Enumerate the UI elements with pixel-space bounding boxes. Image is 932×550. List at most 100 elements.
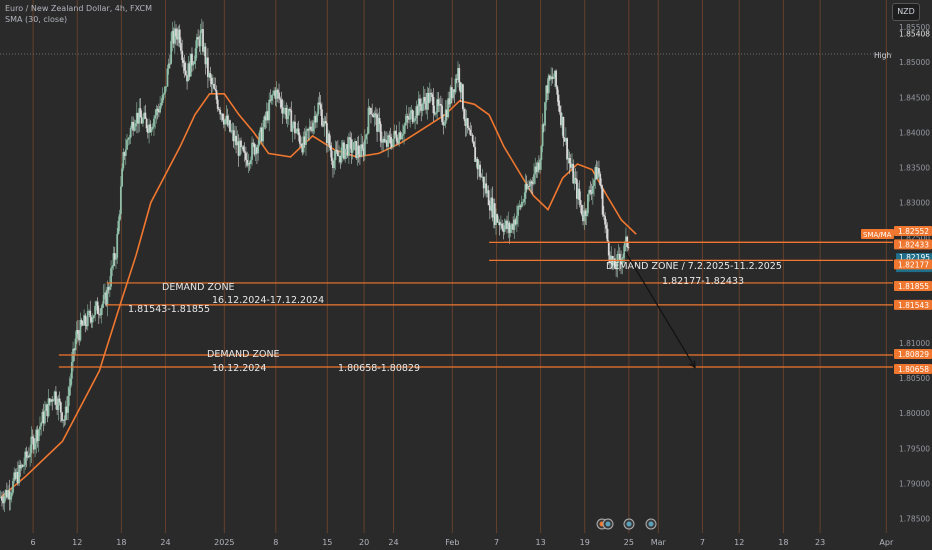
candle-body bbox=[142, 118, 144, 124]
price-tick-label: 1.79500 bbox=[899, 444, 930, 453]
candle-body bbox=[599, 173, 602, 186]
price-tick-label: 1.80000 bbox=[899, 409, 930, 418]
candle-body bbox=[40, 423, 43, 427]
candle-body bbox=[69, 378, 72, 388]
candle-body bbox=[159, 105, 162, 113]
time-tick-label: 8 bbox=[273, 538, 278, 547]
price-label-value: 1.82433 bbox=[898, 240, 929, 249]
candle-body bbox=[29, 453, 32, 457]
candle-body bbox=[37, 429, 40, 441]
candle-body bbox=[312, 122, 315, 132]
candle-body bbox=[309, 126, 312, 130]
candle-body bbox=[421, 103, 424, 111]
candle-body bbox=[580, 204, 583, 215]
event-marker-dot bbox=[626, 521, 632, 527]
time-axis[interactable]: 6 12 18 24 2025 8 15 20 24 Feb 7 13 19 25 Mar 7 12 18 23 Ap… bbox=[0, 533, 932, 550]
candle-body bbox=[544, 102, 546, 126]
event-markers[interactable] bbox=[596, 518, 657, 530]
candle-body bbox=[291, 124, 294, 132]
candle-body bbox=[568, 158, 571, 164]
candle-body bbox=[598, 168, 600, 174]
candle-body bbox=[370, 108, 372, 115]
candle-body bbox=[251, 142, 253, 160]
candle-body bbox=[278, 92, 280, 99]
candle-body bbox=[443, 123, 446, 126]
candle-body bbox=[133, 126, 136, 131]
candle-body bbox=[298, 135, 301, 144]
candle-body bbox=[43, 410, 46, 424]
candle-body bbox=[224, 119, 226, 125]
candle-body bbox=[432, 97, 435, 114]
candle-body bbox=[96, 301, 99, 314]
candle-body bbox=[197, 37, 200, 40]
candle-body bbox=[517, 205, 519, 216]
candle-body bbox=[419, 98, 421, 107]
candle-body bbox=[321, 109, 323, 126]
candle-body bbox=[344, 149, 347, 159]
candle-body bbox=[305, 131, 307, 145]
candle-body bbox=[268, 99, 271, 121]
candle-body bbox=[134, 123, 137, 127]
time-tick-label: 7 bbox=[494, 538, 499, 547]
candle-body bbox=[389, 137, 392, 144]
candle-body bbox=[77, 329, 79, 335]
candle-body bbox=[357, 145, 360, 155]
candle-body bbox=[93, 315, 95, 318]
candle-body bbox=[622, 253, 625, 259]
currency-button[interactable]: NZD bbox=[892, 3, 920, 21]
candle-body bbox=[300, 143, 302, 146]
candle-body bbox=[58, 398, 61, 403]
candle-body bbox=[169, 63, 171, 65]
candle-body bbox=[458, 68, 461, 83]
time-tick-label: 13 bbox=[536, 538, 546, 547]
time-tick-label: 12 bbox=[72, 538, 82, 547]
time-tick-label: 24 bbox=[388, 538, 398, 547]
candle-body bbox=[55, 391, 57, 405]
candle-body bbox=[587, 194, 589, 214]
candle-body bbox=[117, 220, 120, 234]
candle-body bbox=[316, 114, 318, 123]
candle-body bbox=[115, 257, 117, 260]
candle-body bbox=[540, 146, 543, 160]
candle-body bbox=[591, 185, 594, 194]
candle-body bbox=[319, 104, 322, 110]
candle-body bbox=[156, 108, 159, 111]
candle-body bbox=[242, 146, 245, 152]
time-tick-label: Apr bbox=[879, 538, 894, 547]
zone-3-dates: 10.12.2024 bbox=[212, 363, 266, 374]
candle-body bbox=[374, 113, 377, 115]
candle-body bbox=[270, 95, 273, 101]
price-chart[interactable]: DEMAND ZONE / 7.2.2025-11.2.20251.82177-… bbox=[0, 0, 932, 550]
time-tick-label: 12 bbox=[734, 538, 744, 547]
candle-body bbox=[566, 138, 568, 160]
candle-body bbox=[473, 141, 475, 147]
candle-body bbox=[119, 186, 122, 215]
candle-body bbox=[160, 102, 163, 106]
candle-body bbox=[294, 121, 296, 134]
candle-body bbox=[249, 159, 252, 164]
candle-body bbox=[86, 311, 89, 327]
candle-body bbox=[164, 86, 166, 94]
candle-body bbox=[454, 78, 457, 93]
high-marker-label: High bbox=[874, 51, 891, 60]
candle-body bbox=[116, 233, 119, 258]
candle-body bbox=[414, 118, 416, 121]
candle-body bbox=[585, 213, 588, 217]
candle-body bbox=[501, 223, 504, 229]
candle-body bbox=[336, 151, 339, 157]
chart-background bbox=[0, 0, 932, 550]
candle-body bbox=[578, 188, 581, 201]
candle-body bbox=[182, 60, 185, 63]
price-tick-label: 1.79000 bbox=[899, 479, 930, 488]
indicator-label[interactable]: SMA (30, close) bbox=[5, 15, 67, 24]
candle-body bbox=[165, 86, 168, 88]
candle-body bbox=[555, 70, 557, 87]
price-label-value: 1.82552 bbox=[898, 227, 929, 236]
time-tick-label: 7 bbox=[700, 538, 705, 547]
candle-body bbox=[479, 164, 481, 177]
candle-body bbox=[9, 496, 12, 500]
event-marker-dot bbox=[648, 521, 654, 527]
candle-body bbox=[210, 77, 213, 85]
candle-body bbox=[276, 89, 279, 93]
candle-body bbox=[406, 116, 409, 118]
